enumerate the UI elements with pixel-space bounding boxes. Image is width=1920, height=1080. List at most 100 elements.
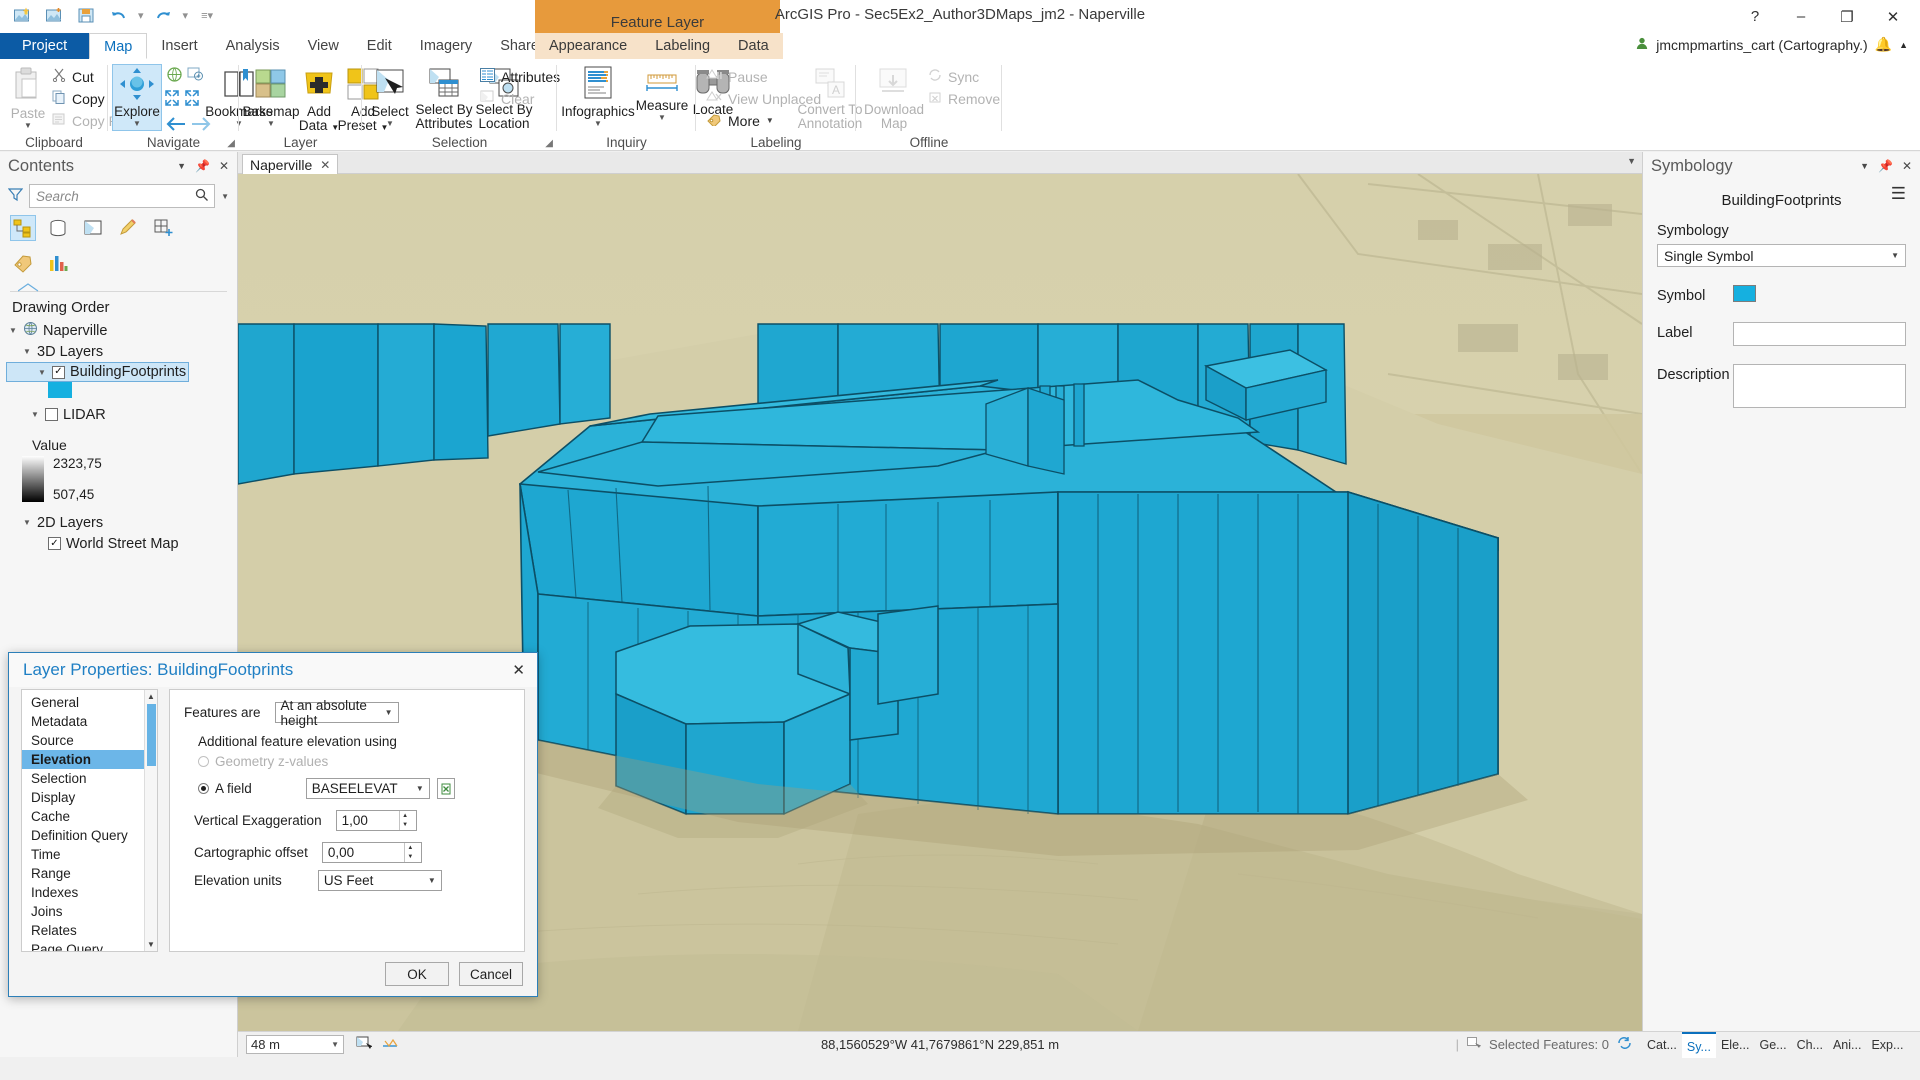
nav-item-page-query[interactable]: Page Query [22,940,157,951]
features-are-select[interactable]: At an absolute height ▼ [274,698,399,728]
list-by-data-source-icon[interactable] [45,215,71,241]
dock-tab-geoprocessing[interactable]: Ge... [1754,1032,1791,1058]
tab-view[interactable]: View [294,33,353,59]
tab-appearance[interactable]: Appearance [535,33,641,59]
tab-labeling[interactable]: Labeling [641,33,724,59]
fixed-zoom-in-button[interactable] [187,66,204,87]
tab-analysis[interactable]: Analysis [212,33,294,59]
tree-item-2d-layers[interactable]: ▼ 2D Layers [0,512,237,533]
scrollbar-thumb[interactable] [147,704,156,766]
symbology-menu-icon[interactable]: ▼ [1860,161,1869,171]
navigate-dialog-launcher[interactable]: ◢ [227,138,235,149]
collapse-ribbon-icon[interactable]: ▲ [1899,40,1908,50]
tab-edit[interactable]: Edit [353,33,406,59]
contents-splitter[interactable] [10,282,227,292]
dock-tab-elevation[interactable]: Ele... [1716,1032,1755,1058]
expand-triangle-icon[interactable]: ▼ [30,410,40,419]
layer-visibility-checkbox[interactable] [45,408,58,421]
vertical-exaggeration-input[interactable]: 1,00 ▲ ▼ [335,810,417,831]
cartographic-offset-input[interactable]: 0,00 ▲ ▼ [321,842,422,863]
vertical-exaggeration-stepper[interactable]: ▲ ▼ [398,811,411,830]
scroll-up-icon[interactable]: ▲ [145,690,157,703]
dock-tab-catalog[interactable]: Cat... [1642,1032,1682,1058]
minimize-button[interactable]: – [1778,1,1824,33]
symbol-swatch-button[interactable] [1733,285,1756,302]
dock-tab-explore[interactable]: Exp... [1866,1032,1908,1058]
select-by-attributes-button[interactable]: Select By Attributes [414,67,474,131]
dock-tab-animation[interactable]: Ani... [1828,1032,1867,1058]
a-field-select[interactable]: BASEELEVAT ▼ [305,778,430,799]
close-tab-icon[interactable]: ✕ [320,158,330,172]
explore-dropdown-icon[interactable]: ▼ [133,119,141,128]
hamburger-menu-icon[interactable]: ☰ [1891,184,1906,204]
nav-item-time[interactable]: Time [22,845,157,864]
expand-triangle-icon[interactable]: ▼ [8,326,18,335]
search-input[interactable]: Search [29,184,216,208]
symbology-type-select[interactable]: Single Symbol ▼ [1657,244,1906,267]
tab-data[interactable]: Data [724,33,783,59]
chevron-down-icon[interactable]: ▼ [376,708,393,717]
tab-map[interactable]: Map [89,33,148,59]
symbology-pin-icon[interactable]: 📌 [1878,159,1893,173]
nav-item-source[interactable]: Source [22,731,157,750]
zoom-tools-grid[interactable] [164,87,210,109]
dialog-close-icon[interactable]: ✕ [512,661,537,679]
basemap-dropdown-icon[interactable]: ▼ [267,119,275,128]
description-input[interactable] [1733,364,1906,408]
infographics-dropdown-icon[interactable]: ▼ [594,119,602,128]
select-dropdown-icon[interactable]: ▼ [386,119,394,128]
list-by-editing-icon[interactable] [115,215,141,241]
measure-button[interactable]: Measure ▼ [635,71,689,122]
paste-button[interactable]: Paste ▼ [6,67,50,130]
tree-item-map[interactable]: ▼ Naperville [0,320,237,341]
selection-dialog-launcher[interactable]: ◢ [545,138,553,149]
attributes-button[interactable]: Attributes [480,68,560,85]
tree-item-3d-layers[interactable]: ▼ 3D Layers [0,341,237,362]
layer-symbol-swatch[interactable] [48,382,72,398]
search-options-icon[interactable]: ▼ [221,192,229,201]
nav-item-definition-query[interactable]: Definition Query [22,826,157,845]
stepper-down-icon[interactable]: ▼ [405,853,416,863]
measure-dropdown-icon[interactable]: ▼ [658,113,666,122]
more-labeling-button[interactable]: More ▼ [706,112,774,129]
copy-button[interactable]: Copy [52,90,105,107]
close-button[interactable]: ✕ [1870,1,1916,33]
map-tab-naperville[interactable]: Naperville ✕ [242,154,339,174]
contents-close-icon[interactable]: ✕ [219,159,229,173]
expand-triangle-icon[interactable]: ▼ [22,347,32,356]
infographics-button[interactable]: Infographics ▼ [561,65,635,128]
contents-pin-icon[interactable]: 📌 [195,159,210,173]
paste-dropdown-icon[interactable]: ▼ [24,121,32,130]
tree-item-world-street-map[interactable]: ✓ World Street Map [0,533,237,554]
nav-item-display[interactable]: Display [22,788,157,807]
nav-item-general[interactable]: General [22,693,157,712]
tab-imagery[interactable]: Imagery [406,33,486,59]
chevron-down-icon[interactable]: ▼ [407,784,424,793]
cartographic-offset-stepper[interactable]: ▲ ▼ [403,843,416,863]
select-button[interactable]: Select ▼ [368,67,412,128]
expression-builder-button[interactable] [436,778,455,799]
list-by-selection-icon[interactable] [80,215,106,241]
tab-project[interactable]: Project [0,33,90,59]
more-dropdown-icon[interactable]: ▼ [766,116,774,125]
tab-overflow-icon[interactable]: ▼ [1627,156,1636,166]
dock-tab-charts[interactable]: Ch... [1792,1032,1828,1058]
chevron-up-icon[interactable] [17,281,88,295]
nav-item-elevation[interactable]: Elevation [22,750,157,769]
nav-item-cache[interactable]: Cache [22,807,157,826]
expand-triangle-icon[interactable]: ▼ [22,518,32,527]
add-data-button[interactable]: Add Data ▼ [299,67,339,135]
expand-triangle-icon[interactable]: ▼ [37,368,47,377]
list-by-labeling-icon[interactable] [10,250,36,276]
ok-button[interactable]: OK [385,962,449,986]
previous-extent-button[interactable] [166,115,188,137]
scroll-down-icon[interactable]: ▼ [145,938,157,951]
cut-button[interactable]: Cut [52,68,94,85]
stepper-up-icon[interactable]: ▲ [400,811,411,821]
layer-visibility-checkbox[interactable]: ✓ [52,365,65,379]
nav-item-indexes[interactable]: Indexes [22,883,157,902]
filter-icon[interactable] [7,187,24,206]
dialog-nav-scrollbar[interactable]: ▲ ▼ [144,690,157,951]
nav-item-relates[interactable]: Relates [22,921,157,940]
symbology-close-icon[interactable]: ✕ [1902,159,1912,173]
